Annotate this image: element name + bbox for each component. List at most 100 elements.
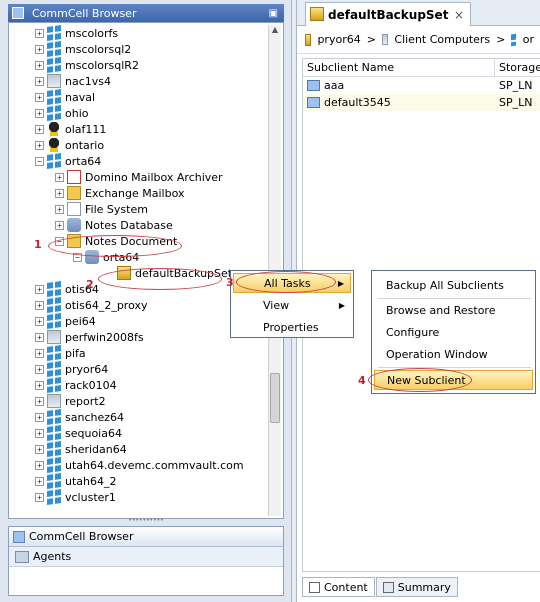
panel-splitter[interactable]: ••••••••••	[8, 518, 284, 524]
expand-icon[interactable]: +	[35, 92, 44, 102]
expand-icon[interactable]: +	[35, 140, 44, 150]
callout-number: 4	[358, 374, 366, 387]
tree-item[interactable]: + nac1vs4	[35, 73, 111, 89]
expand-icon[interactable]: +	[55, 204, 64, 214]
table-row[interactable]: aaa SP_LN	[303, 77, 540, 94]
expand-icon[interactable]: +	[35, 444, 44, 454]
menu-item-view[interactable]: View ▶	[233, 295, 351, 315]
menu-separator	[378, 298, 531, 299]
tree-item-label: rack0104	[65, 378, 117, 392]
expand-icon[interactable]: +	[35, 44, 44, 54]
expand-icon[interactable]: +	[35, 332, 44, 342]
tree-item-label: naval	[65, 90, 96, 104]
windows-icon	[47, 41, 61, 57]
breadcrumb-orta64[interactable]: or	[523, 33, 534, 46]
exchange-icon	[67, 186, 81, 200]
tree-item[interactable]: + ohio	[35, 105, 89, 121]
tree-item[interactable]: + mscolorsql2	[35, 41, 131, 57]
tree-item[interactable]: + report2	[35, 393, 106, 409]
tab-content[interactable]: Content	[302, 577, 375, 597]
expand-icon[interactable]: +	[35, 316, 44, 326]
menu-item-configure[interactable]: Configure	[374, 322, 533, 342]
tree-item[interactable]: + utah64_2	[35, 473, 117, 489]
menu-item-properties[interactable]: Properties	[233, 317, 351, 337]
tree-item[interactable]: + Notes Database	[55, 217, 173, 233]
menu-item-browse-and-restore[interactable]: Browse and Restore	[374, 300, 533, 320]
breadcrumb-pryor64[interactable]: pryor64	[317, 33, 360, 46]
tree-item[interactable]: + utah64.devemc.commvault.com	[35, 457, 244, 473]
tree-item[interactable]: + olaf111	[35, 121, 106, 137]
tree-item[interactable]: + sequoia64	[35, 425, 122, 441]
expand-icon[interactable]: +	[35, 300, 44, 310]
tree-item[interactable]: + Domino Mailbox Archiver	[55, 169, 223, 185]
tree-item[interactable]: + mscolorfs	[35, 25, 118, 41]
tab-strip: defaultBackupSet ×	[297, 0, 540, 26]
expand-icon[interactable]: +	[35, 364, 44, 374]
breadcrumb-client-computers[interactable]: Client Computers	[394, 33, 490, 46]
expand-icon[interactable]: +	[35, 108, 44, 118]
agents-item[interactable]: Agents	[9, 547, 283, 567]
collapse-icon[interactable]: −	[35, 156, 44, 166]
column-subclient-name[interactable]: Subclient Name	[303, 59, 494, 76]
scroll-up-icon[interactable]: ▲	[269, 25, 281, 39]
windows-icon	[511, 33, 517, 46]
expand-icon[interactable]: +	[35, 428, 44, 438]
menu-item-backup-all-subclients[interactable]: Backup All Subclients	[374, 275, 533, 295]
expand-icon[interactable]: +	[35, 28, 44, 38]
expand-icon[interactable]: +	[55, 188, 64, 198]
tree-item[interactable]: + perfwin2008fs	[35, 329, 144, 345]
tree-item[interactable]: + sanchez64	[35, 409, 124, 425]
expand-icon[interactable]: +	[35, 348, 44, 358]
tree-item-label: report2	[65, 394, 106, 408]
tree-item-label: otis64_2_proxy	[65, 298, 148, 312]
tree-item[interactable]: − orta64	[35, 153, 101, 169]
client-computers-icon	[381, 34, 389, 45]
tree-item-label: File System	[85, 202, 148, 216]
tree-item[interactable]: + pei64	[35, 313, 96, 329]
submenu-arrow-icon: ▶	[337, 278, 344, 288]
bottom-browser-title[interactable]: CommCell Browser	[9, 527, 283, 547]
agents-icon	[15, 550, 29, 563]
expand-icon[interactable]: +	[35, 284, 44, 294]
tree-item[interactable]: + sheridan64	[35, 441, 127, 457]
expand-icon[interactable]: +	[35, 460, 44, 470]
subclient-icon	[307, 97, 320, 108]
expand-icon[interactable]: +	[35, 396, 44, 406]
table-row[interactable]: default3545 SP_LN	[303, 94, 540, 111]
tab-defaultbackupset[interactable]: defaultBackupSet ×	[305, 2, 471, 26]
expand-icon[interactable]: +	[35, 412, 44, 422]
expand-icon[interactable]: +	[35, 492, 44, 502]
tree-item-label: orta64	[65, 154, 102, 168]
expand-icon[interactable]: +	[35, 476, 44, 486]
tree-item[interactable]: + pifa	[35, 345, 86, 361]
server-icon	[47, 74, 61, 88]
callout-oval	[48, 235, 182, 257]
windows-icon	[47, 441, 61, 457]
expand-icon[interactable]: +	[35, 124, 44, 134]
summary-icon	[382, 581, 394, 593]
expand-icon[interactable]: +	[55, 172, 64, 182]
tree-item[interactable]: + ontario	[35, 137, 104, 153]
callout-number: 3	[226, 276, 234, 289]
scroll-thumb[interactable]	[270, 373, 280, 423]
tree-item-label: mscolorsql2	[65, 42, 132, 56]
expand-icon[interactable]: +	[35, 60, 44, 70]
commcell-icon	[13, 530, 25, 543]
tree-item[interactable]: + naval	[35, 89, 95, 105]
expand-icon[interactable]: +	[55, 220, 64, 230]
tree-item[interactable]: + File System	[55, 201, 148, 217]
expand-icon[interactable]: +	[35, 380, 44, 390]
column-storage[interactable]: Storage	[494, 59, 540, 76]
tab-summary[interactable]: Summary	[375, 577, 458, 597]
tree-item[interactable]: + pryor64	[35, 361, 108, 377]
close-icon[interactable]: ×	[454, 8, 464, 22]
expand-icon[interactable]: +	[35, 76, 44, 86]
pin-icon[interactable]: ▣	[269, 8, 278, 19]
tree-item-label: pryor64	[65, 362, 109, 376]
tree-item[interactable]: + otis64_2_proxy	[35, 297, 148, 313]
tree-item[interactable]: + vcluster1	[35, 489, 116, 505]
tree-item[interactable]: + mscolorsqlR2	[35, 57, 139, 73]
tree-item[interactable]: + rack0104	[35, 377, 117, 393]
tree-item[interactable]: + Exchange Mailbox	[55, 185, 184, 201]
menu-item-operation-window[interactable]: Operation Window	[374, 344, 533, 364]
